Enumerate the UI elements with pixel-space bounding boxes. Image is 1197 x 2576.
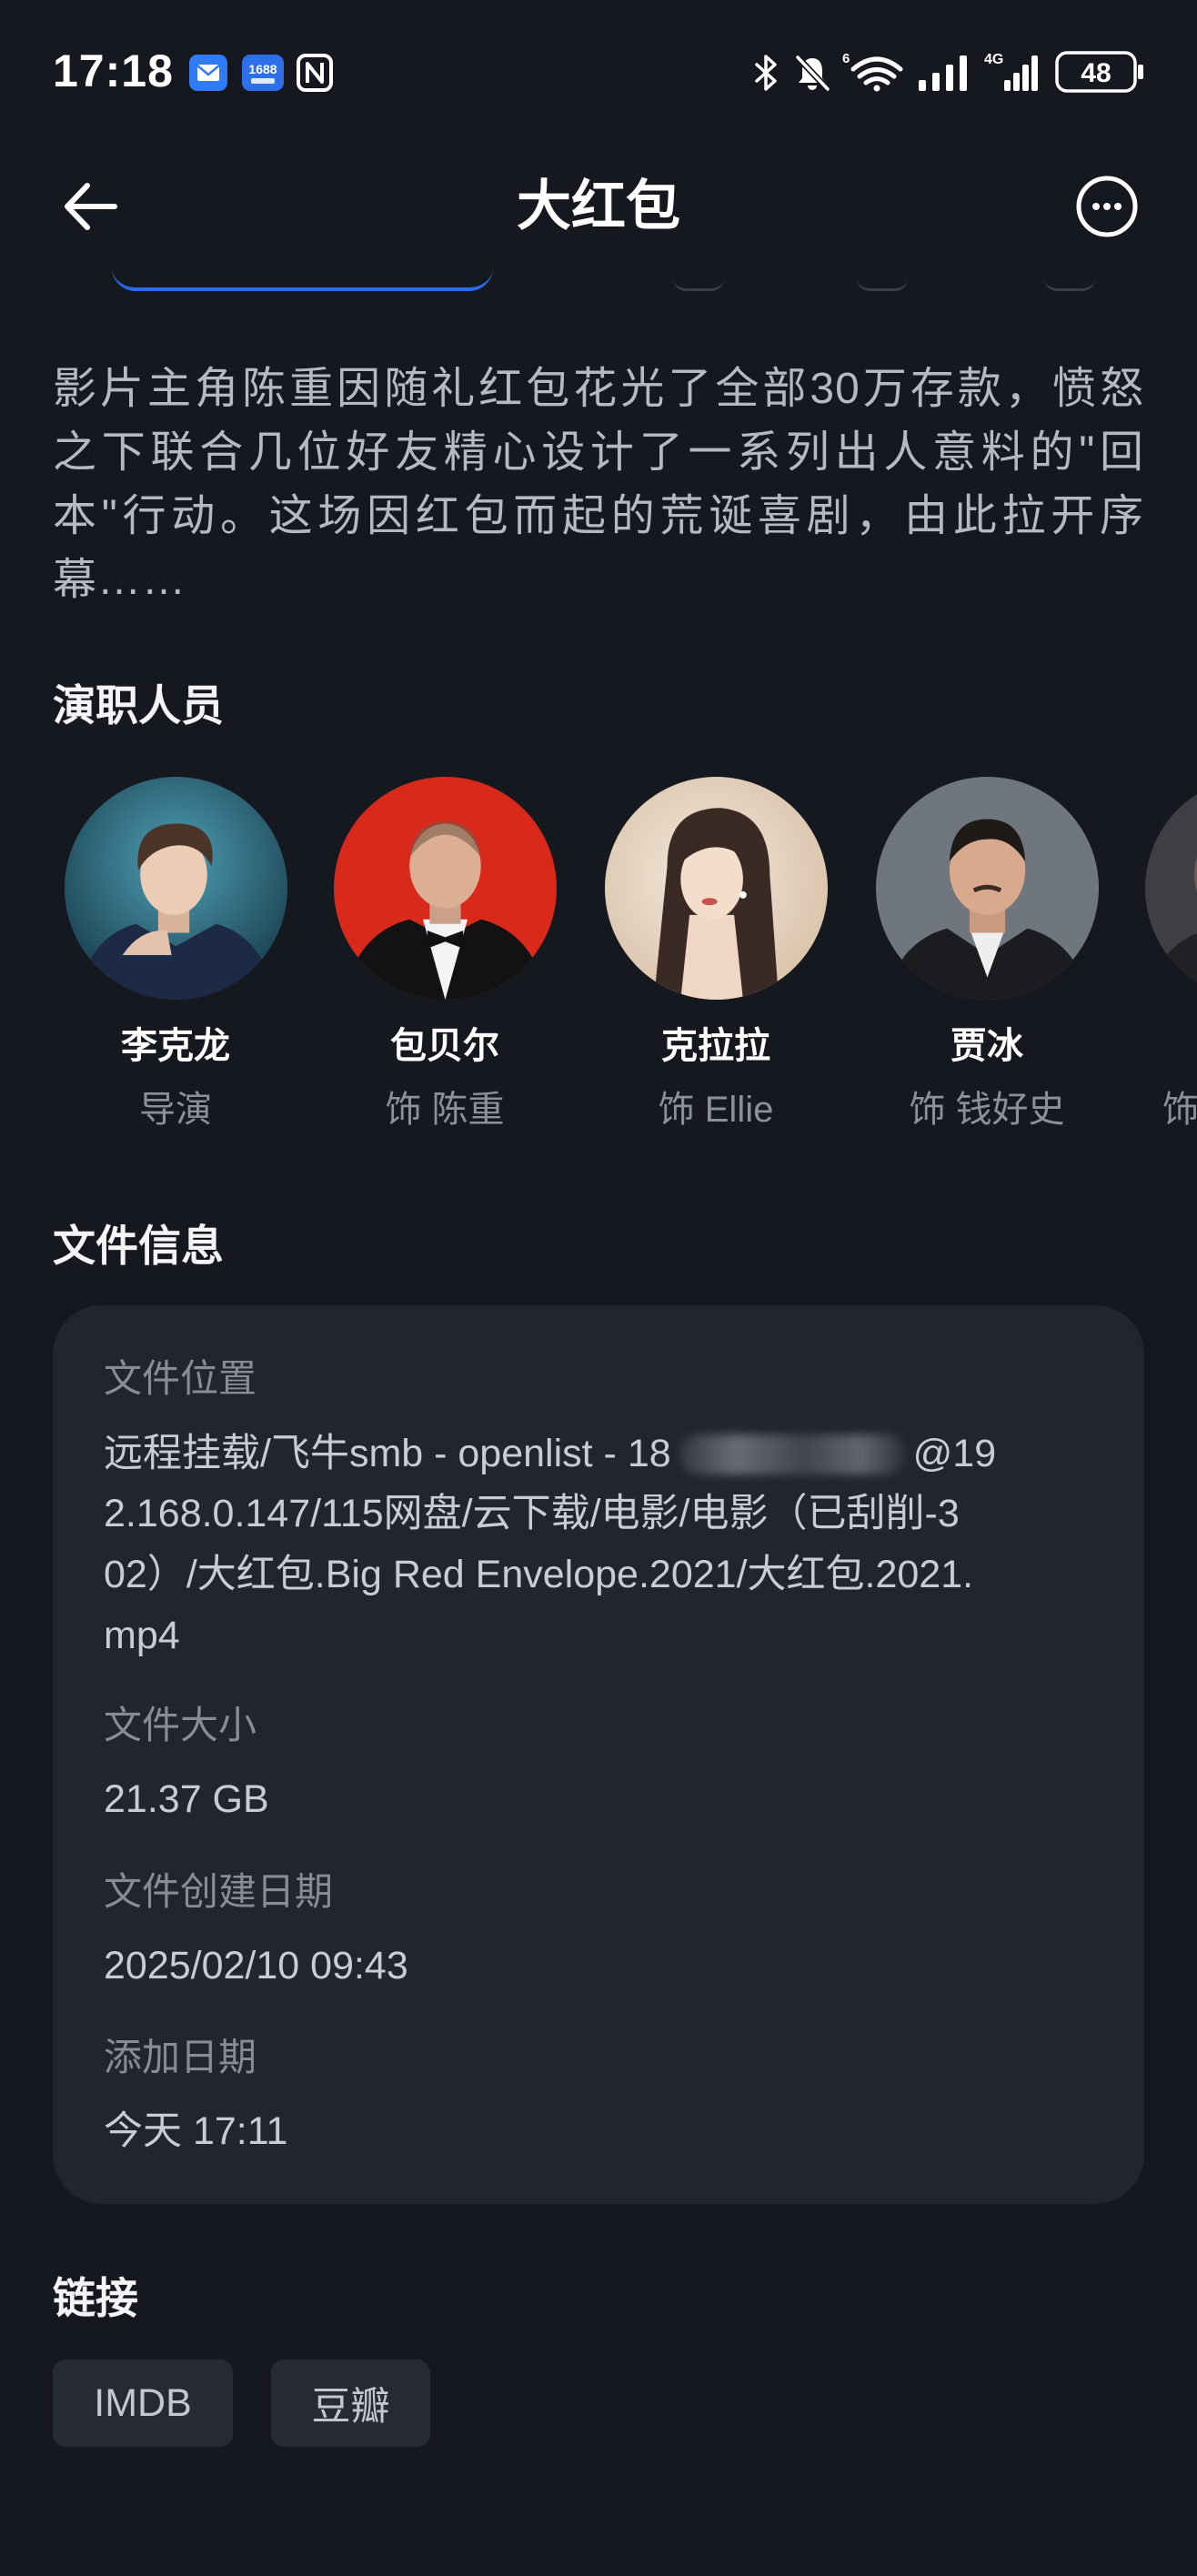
file-info-card: 文件位置 远程挂载/飞牛smb - openlist - 18 @19 2.16…	[53, 1305, 1144, 2204]
cast-role: 导演	[139, 1090, 212, 1130]
overview-text: 影片主角陈重因随礼红包花光了全部30万存款，愤怒 之下联合几位好友精心设计了一系…	[53, 357, 1144, 612]
avatar	[1144, 777, 1197, 1000]
tab-item-edge[interactable]	[1044, 278, 1095, 291]
network-label: 4G	[984, 52, 1003, 67]
cast-list[interactable]: 李克龙 导演 包贝尔 饰 陈重 克拉拉 饰 Ellie 贾冰 饰 钱好史 饰	[0, 777, 1197, 1141]
avatar	[604, 777, 828, 1000]
avatar-photo	[64, 777, 287, 1000]
file-location-text: @19	[912, 1432, 997, 1475]
cast-item[interactable]: 克拉拉 饰 Ellie	[580, 777, 851, 1132]
cast-name: 克拉拉	[661, 1026, 770, 1066]
avatar-photo	[875, 777, 1099, 1000]
redacted-region	[678, 1434, 906, 1474]
avatar-photo	[1144, 777, 1197, 1000]
overview-line: 影片主角陈重因随礼红包花光了全部30万存款，愤怒	[53, 365, 1144, 413]
imdb-link-button[interactable]: IMDB	[53, 2360, 233, 2447]
added-date-value: 今天 17:11	[104, 2109, 288, 2153]
douban-link-button[interactable]: 豆瓣	[271, 2360, 430, 2447]
cast-role: 饰 钱好史	[909, 1090, 1065, 1130]
imdb-link-label: IMDB	[94, 2380, 192, 2425]
links-heading: 链接	[53, 2274, 138, 2322]
tab-active-indicator[interactable]	[112, 267, 493, 291]
bluetooth-icon	[755, 55, 777, 91]
nfc-icon	[297, 54, 333, 92]
cast-name	[1121, 1024, 1197, 1068]
tab-item-edge[interactable]	[673, 278, 724, 291]
file-created-label: 文件创建日期	[104, 1870, 334, 1913]
more-button[interactable]	[1072, 172, 1142, 241]
page-title: 大红包	[517, 176, 680, 236]
file-location-line: 02）/大红包.Big Red Envelope.2021/大红包.2021.	[104, 1553, 974, 1596]
overview-line: 本"行动。这场因红包而起的荒诞喜剧，由此拉开序	[53, 492, 1144, 540]
cast-role: 饰 Ellie	[658, 1090, 774, 1130]
wifi-label: 6	[842, 51, 850, 66]
cast-item[interactable]: 贾冰 饰 钱好史	[851, 777, 1122, 1132]
signal-icon	[919, 55, 967, 91]
status-time: 17:18	[53, 45, 174, 96]
cast-heading: 演职人员	[53, 681, 224, 730]
more-circle-icon	[1076, 176, 1138, 237]
file-location-label: 文件位置	[104, 1357, 257, 1400]
cast-item[interactable]: 李克龙 导演	[40, 777, 311, 1132]
cast-name: 贾冰	[951, 1026, 1023, 1066]
overview-line: 之下联合几位好友精心设计了一系列出人意料的"回	[53, 428, 1144, 477]
battery-level: 48	[1081, 58, 1111, 88]
avatar-photo	[604, 777, 828, 1000]
file-size-value: 21.37 GB	[104, 1777, 269, 1821]
1688-app-icon-text: 1688	[248, 62, 277, 76]
avatar	[333, 777, 557, 1000]
cast-item[interactable]: 包贝尔 饰 陈重	[309, 777, 580, 1132]
cast-item[interactable]: 饰	[1121, 777, 1197, 1132]
file-info-heading: 文件信息	[53, 1222, 224, 1270]
tab-item-edge[interactable]	[857, 278, 908, 291]
overview-line: 幕……	[53, 556, 187, 604]
1688-app-icon: 1688	[242, 55, 284, 91]
cast-role: 饰 陈重	[385, 1090, 505, 1130]
cast-name: 李克龙	[121, 1026, 230, 1066]
cast-name: 包贝尔	[390, 1026, 499, 1066]
file-created-value: 2025/02/10 09:43	[104, 1944, 408, 1987]
avatar-photo	[333, 777, 557, 1000]
douban-link-label: 豆瓣	[311, 2385, 390, 2429]
added-date-label: 添加日期	[104, 2036, 257, 2078]
file-location-line: 远程挂载/飞牛smb - openlist - 18 @19	[104, 1424, 996, 1484]
file-size-label: 文件大小	[104, 1704, 257, 1746]
file-location-text: 远程挂载/飞牛smb - openlist - 18	[104, 1432, 671, 1475]
bell-muted-icon	[795, 55, 830, 92]
signal-4g-icon: 4G	[984, 52, 1038, 91]
avatar	[64, 777, 287, 1000]
battery-icon: 48	[1055, 51, 1143, 93]
avatar	[875, 777, 1099, 1000]
wifi-icon: 6	[842, 51, 903, 92]
cast-role: 饰	[1162, 1090, 1197, 1130]
file-location-line: 2.168.0.147/115网盘/云下载/电影/电影（已刮削-3	[104, 1492, 960, 1535]
mail-app-icon	[189, 55, 227, 91]
file-location-line: mp4	[104, 1614, 180, 1657]
